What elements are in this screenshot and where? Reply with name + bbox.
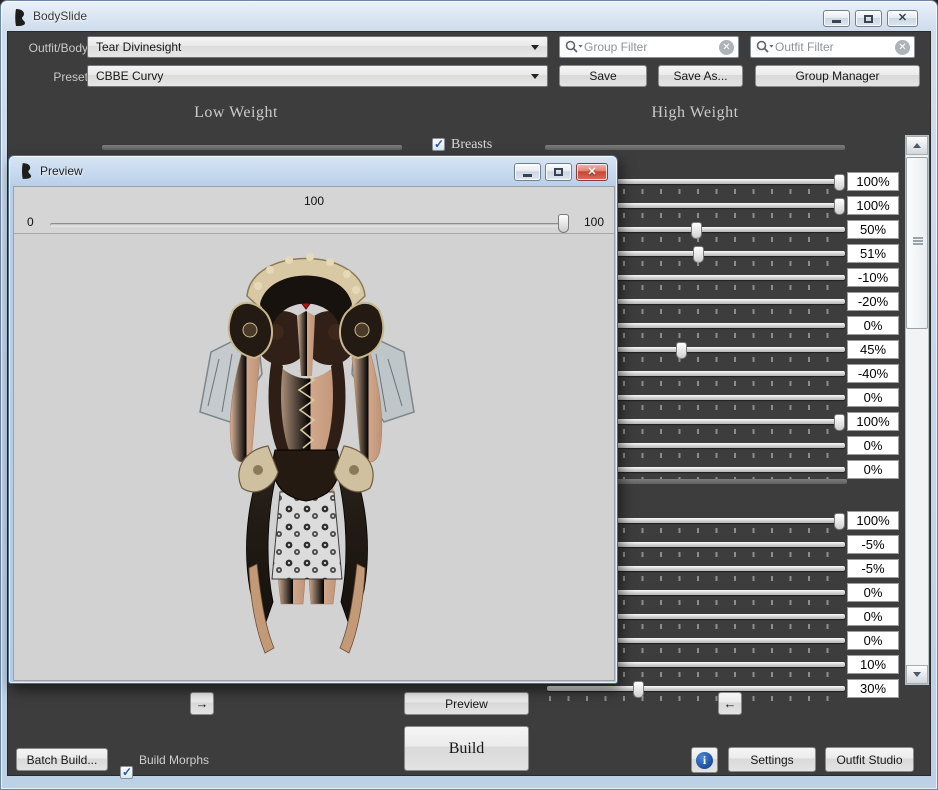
close-button[interactable]: ✕: [887, 10, 918, 27]
high-weight-prev-button[interactable]: ←: [718, 692, 742, 715]
preview-titlebar[interactable]: Preview ✕: [9, 156, 617, 186]
preview-button[interactable]: Preview: [404, 692, 529, 715]
batch-build-button[interactable]: Batch Build...: [16, 748, 108, 771]
render-viewport[interactable]: [14, 233, 614, 680]
preview-content: 100 0 100: [13, 186, 615, 681]
chevron-down-icon: [531, 73, 539, 79]
preview-maximize-button[interactable]: [545, 163, 572, 181]
group-filter-box: ✕: [559, 36, 739, 58]
preset-label: Preset: [53, 70, 88, 84]
grip-icon: [913, 240, 923, 242]
scrollbar-thumb[interactable]: [906, 157, 928, 329]
save-button[interactable]: Save: [559, 65, 647, 87]
save-as-button[interactable]: Save As...: [658, 65, 743, 87]
slider-value-box[interactable]: 45%: [847, 340, 899, 359]
slider-value-box[interactable]: -20%: [847, 292, 899, 311]
maximize-button[interactable]: [855, 10, 882, 27]
restore-icon: [864, 14, 873, 23]
slider-value-box[interactable]: -5%: [847, 535, 899, 554]
preview-window-title: Preview: [40, 164, 83, 178]
close-icon: ✕: [587, 165, 597, 178]
category-checkbox[interactable]: [432, 137, 445, 151]
close-icon: ✕: [897, 12, 908, 24]
slider-value-box[interactable]: 100%: [847, 196, 899, 215]
app-titlebar[interactable]: BodySlide ✕: [1, 1, 937, 31]
search-icon[interactable]: [564, 39, 584, 55]
weight-max-label: 100: [583, 215, 604, 229]
group-manager-button[interactable]: Group Manager: [755, 65, 920, 87]
slider-value-box[interactable]: 100%: [847, 511, 899, 530]
slider-value-box[interactable]: 50%: [847, 220, 899, 239]
slider-value-box[interactable]: -5%: [847, 559, 899, 578]
category-separator: [102, 145, 402, 150]
window-title: BodySlide: [33, 9, 88, 23]
slider-value-box[interactable]: 0%: [847, 460, 899, 479]
slider-value-box[interactable]: 10%: [847, 655, 899, 674]
slider-value-box[interactable]: 0%: [847, 316, 899, 335]
preview-close-button[interactable]: ✕: [576, 163, 608, 181]
slider-value-box[interactable]: 51%: [847, 244, 899, 263]
clear-filter-icon[interactable]: ✕: [895, 39, 910, 55]
outfit-studio-button[interactable]: Outfit Studio: [825, 747, 914, 772]
build-button[interactable]: Build: [404, 726, 529, 771]
slider-track[interactable]: [547, 686, 845, 691]
category-separator: [545, 145, 845, 150]
scroll-down-button[interactable]: [906, 665, 928, 684]
arrow-down-icon: [913, 672, 921, 677]
slider-ticks: [549, 696, 845, 701]
about-button[interactable]: i: [691, 747, 718, 773]
weight-slider-thumb[interactable]: [558, 214, 569, 233]
settings-button[interactable]: Settings: [728, 747, 816, 772]
preview-window: Preview ✕ 100 0 100: [8, 155, 618, 684]
scroll-up-button[interactable]: [906, 136, 928, 155]
info-icon: i: [696, 751, 713, 769]
outfit-filter-input[interactable]: [775, 40, 895, 54]
minimize-icon: [832, 20, 841, 23]
build-morphs-label: Build Morphs: [139, 753, 210, 767]
bodyslide-app-icon: [15, 9, 25, 26]
weight-slider-track[interactable]: [50, 223, 569, 227]
chevron-down-icon: [531, 44, 539, 50]
slider-scrollbar[interactable]: [905, 135, 929, 685]
outfit-body-value: Tear Divinesight: [96, 40, 182, 54]
low-weight-next-button[interactable]: →: [190, 692, 214, 715]
clear-filter-icon[interactable]: ✕: [719, 39, 734, 55]
slider-value-box[interactable]: 0%: [847, 388, 899, 407]
slider-value-box[interactable]: 0%: [847, 583, 899, 602]
arrow-up-icon: [913, 143, 921, 148]
outfit-filter-box: ✕: [750, 36, 915, 58]
category-label: Breasts: [451, 137, 493, 152]
outfit-body-label: Outfit/Body: [28, 41, 88, 55]
character-model: [199, 253, 415, 654]
group-filter-input[interactable]: [584, 40, 719, 54]
preset-combobox[interactable]: CBBE Curvy: [87, 65, 548, 87]
minimize-button[interactable]: [823, 10, 850, 27]
outfit-body-combobox[interactable]: Tear Divinesight: [87, 36, 548, 58]
preview-minimize-button[interactable]: [514, 163, 541, 181]
slider-value-box[interactable]: 0%: [847, 631, 899, 650]
preset-value: CBBE Curvy: [96, 69, 164, 83]
minimize-icon: [523, 173, 532, 177]
slider-value-box[interactable]: 0%: [847, 607, 899, 626]
low-weight-header: Low Weight: [194, 104, 278, 121]
weight-value-label: 100: [303, 194, 325, 208]
restore-icon: [554, 168, 563, 176]
slider-value-box[interactable]: -40%: [847, 364, 899, 383]
build-morphs-checkbox[interactable]: [120, 765, 133, 779]
slider-value-box[interactable]: 0%: [847, 436, 899, 455]
slider-value-box[interactable]: 30%: [847, 679, 899, 698]
slider-value-box[interactable]: 100%: [847, 172, 899, 191]
high-weight-header: High Weight: [651, 104, 739, 121]
slider-value-box[interactable]: -10%: [847, 268, 899, 287]
bodyslide-app-icon: [22, 163, 32, 179]
search-icon[interactable]: [755, 39, 775, 55]
slider-value-box[interactable]: 100%: [847, 412, 899, 431]
weight-min-label: 0: [27, 215, 34, 229]
weight-slider-area: 100 0 100: [14, 187, 614, 233]
